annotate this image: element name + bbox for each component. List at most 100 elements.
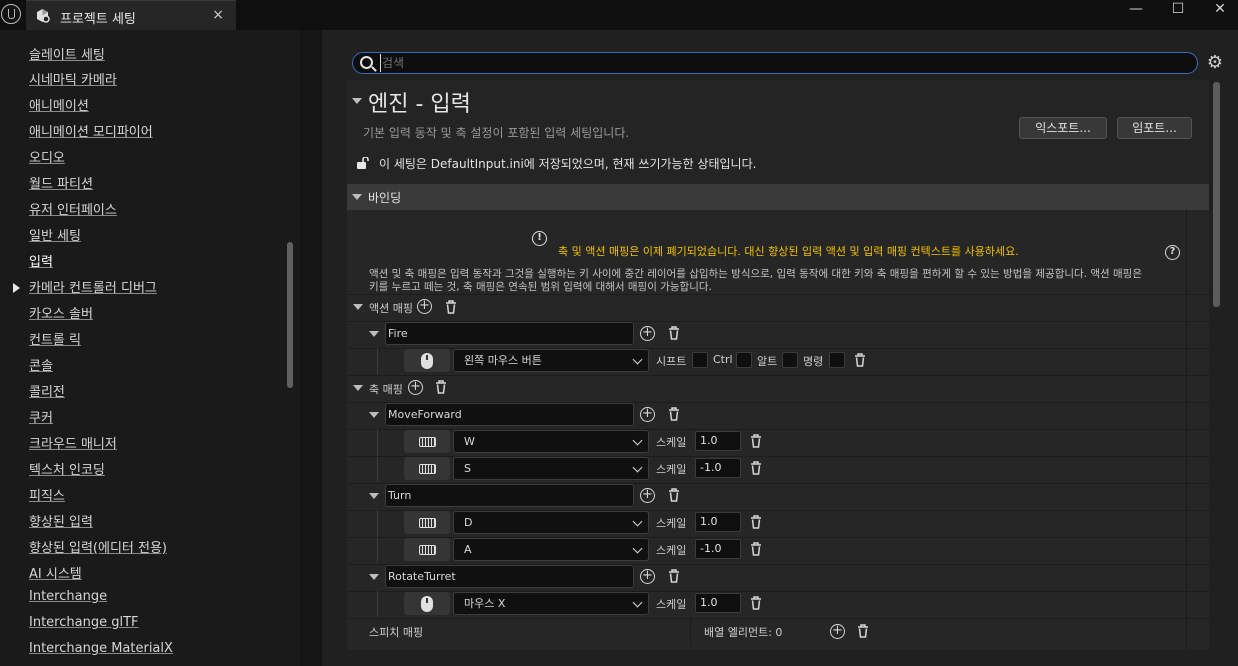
warning-icon: ! <box>532 231 547 246</box>
trash-icon[interactable] <box>445 300 457 314</box>
sidebar-item-interchange-gltf[interactable]: Interchange glTF <box>29 615 138 630</box>
shift-checkbox[interactable] <box>692 352 708 368</box>
add-key-icon[interactable]: + <box>640 326 655 341</box>
trash-icon[interactable] <box>854 353 866 367</box>
page-title: 엔진 - 입력 <box>368 92 471 117</box>
key-selector-button[interactable] <box>404 430 450 453</box>
sidebar-scrollbar[interactable] <box>287 242 293 388</box>
unlocked-icon <box>357 157 369 169</box>
key-selector-button[interactable] <box>404 511 450 534</box>
minimize-button[interactable]: — <box>1116 0 1156 20</box>
scale-input[interactable]: -1.0 <box>695 539 741 559</box>
trash-icon[interactable] <box>857 624 869 638</box>
main-scrollbar[interactable] <box>1213 82 1220 307</box>
close-tab-icon[interactable]: × <box>212 7 224 23</box>
gear-icon[interactable]: ⚙ <box>1205 53 1225 73</box>
sidebar-item-console[interactable]: 콘솔 <box>29 355 53 374</box>
collapse-arrow-icon[interactable] <box>352 194 362 200</box>
add-key-icon[interactable]: + <box>640 569 655 584</box>
sidebar-item-collision[interactable]: 콜리전 <box>29 381 65 400</box>
key-selector-button[interactable] <box>404 592 450 615</box>
collapse-arrow-icon[interactable] <box>352 98 362 104</box>
sidebar-item-enhanced-input-editor[interactable]: 향상된 입력(에디터 전용) <box>29 537 167 556</box>
sidebar-item-user-interface[interactable]: 유저 인터페이스 <box>29 199 117 218</box>
sidebar-item-enhanced-input[interactable]: 향상된 입력 <box>29 511 93 530</box>
axis-name-input[interactable]: Turn <box>385 484 634 507</box>
export-button[interactable]: 익스포트... <box>1019 117 1107 139</box>
key-dropdown[interactable]: 마우스 X <box>453 592 649 615</box>
chevron-down-icon <box>632 435 643 446</box>
add-key-icon[interactable]: + <box>640 488 655 503</box>
axis-name-input[interactable]: MoveForward <box>385 403 634 426</box>
ctrl-label: Ctrl <box>713 353 733 366</box>
add-key-icon[interactable]: + <box>640 407 655 422</box>
search-input[interactable] <box>380 54 1180 72</box>
collapse-arrow-icon[interactable] <box>369 574 379 580</box>
key-dropdown[interactable]: W <box>453 430 649 453</box>
key-dropdown[interactable]: A <box>453 538 649 561</box>
alt-checkbox[interactable] <box>782 352 798 368</box>
cmd-label: 명령 <box>803 355 824 368</box>
sidebar-item-interchange[interactable]: Interchange <box>29 589 107 604</box>
key-dropdown[interactable]: D <box>453 511 649 534</box>
add-axis-icon[interactable]: + <box>408 380 423 395</box>
sidebar-item-world-partition[interactable]: 월드 파티션 <box>29 173 93 192</box>
collapse-arrow-icon[interactable] <box>353 385 363 391</box>
add-speech-mapping-icon[interactable]: + <box>830 624 845 639</box>
sidebar-item-control-rig[interactable]: 컨트롤 릭 <box>29 329 81 348</box>
trash-icon[interactable] <box>668 569 680 583</box>
key-dropdown[interactable]: S <box>453 457 649 480</box>
key-selector-button[interactable] <box>404 349 450 372</box>
scale-input[interactable]: 1.0 <box>695 593 741 613</box>
collapse-arrow-icon[interactable] <box>369 412 379 418</box>
sidebar-item-ai-system[interactable]: AI 시스템 <box>29 563 82 582</box>
collapse-arrow-icon[interactable] <box>353 304 363 310</box>
action-name-input[interactable]: Fire <box>385 322 634 345</box>
add-action-icon[interactable]: + <box>417 299 432 314</box>
cmd-checkbox[interactable] <box>829 352 845 368</box>
sidebar-item-animation-modifier[interactable]: 애니메이션 모디파이어 <box>29 121 153 140</box>
sidebar-item-cooker[interactable]: 쿠커 <box>29 407 53 426</box>
key-dropdown[interactable]: 왼쪽 마우스 버튼 <box>453 349 649 372</box>
sidebar-item-general-settings[interactable]: 일반 세팅 <box>29 225 81 244</box>
trash-icon[interactable] <box>668 326 680 340</box>
sidebar-item-interchange-materialx[interactable]: Interchange MaterialX <box>29 641 173 656</box>
key-selector-button[interactable] <box>404 538 450 561</box>
sidebar-item-crowd-manager[interactable]: 크라우드 매니저 <box>29 433 117 452</box>
sidebar-item-input[interactable]: 입력 <box>29 251 53 270</box>
axis-name-input[interactable]: RotateTurret <box>385 565 634 588</box>
scale-input[interactable]: -1.0 <box>695 458 741 478</box>
tab-project-settings[interactable]: 프로젝트 세팅 × <box>26 0 236 30</box>
ctrl-checkbox[interactable] <box>736 352 752 368</box>
bindings-title: 바인딩 <box>368 191 402 205</box>
trash-icon[interactable] <box>668 407 680 421</box>
sidebar-item-slate-settings[interactable]: 슬레이트 세팅 <box>29 44 105 63</box>
sidebar-item-cinematic-camera[interactable]: 시네마틱 카메라 <box>29 69 117 88</box>
scale-input[interactable]: 1.0 <box>695 431 741 451</box>
sidebar-item-camera-controller-debug[interactable]: 카메라 컨트롤러 디버그 <box>29 277 157 296</box>
key-selector-button[interactable] <box>404 457 450 480</box>
import-button[interactable]: 임포트... <box>1117 117 1192 139</box>
trash-icon[interactable] <box>435 380 447 394</box>
sidebar-item-physics[interactable]: 피직스 <box>29 485 65 504</box>
scale-input[interactable]: 1.0 <box>695 512 741 532</box>
splitter[interactable] <box>300 30 322 666</box>
sidebar-item-audio[interactable]: 오디오 <box>29 147 65 166</box>
sidebar-item-animation[interactable]: 애니메이션 <box>29 95 89 114</box>
sidebar-item-texture-encoding[interactable]: 텍스처 인코딩 <box>29 459 105 478</box>
trash-icon[interactable] <box>750 434 762 448</box>
collapse-arrow-icon[interactable] <box>369 331 379 337</box>
trash-icon[interactable] <box>750 596 762 610</box>
trash-icon[interactable] <box>750 542 762 556</box>
trash-icon[interactable] <box>668 488 680 502</box>
sidebar-item-chaos-solver[interactable]: 카오스 솔버 <box>29 303 93 322</box>
close-window-button[interactable]: ✕ <box>1200 0 1238 20</box>
help-icon[interactable]: ? <box>1165 245 1180 260</box>
keyboard-icon <box>419 545 436 555</box>
axis-mappings-label: 축 매핑 <box>369 383 403 396</box>
trash-icon[interactable] <box>750 515 762 529</box>
collapse-arrow-icon[interactable] <box>369 493 379 499</box>
trash-icon[interactable] <box>750 461 762 475</box>
bindings-category-header[interactable]: 바인딩 <box>347 184 1209 210</box>
maximize-button[interactable]: ☐ <box>1158 0 1198 20</box>
